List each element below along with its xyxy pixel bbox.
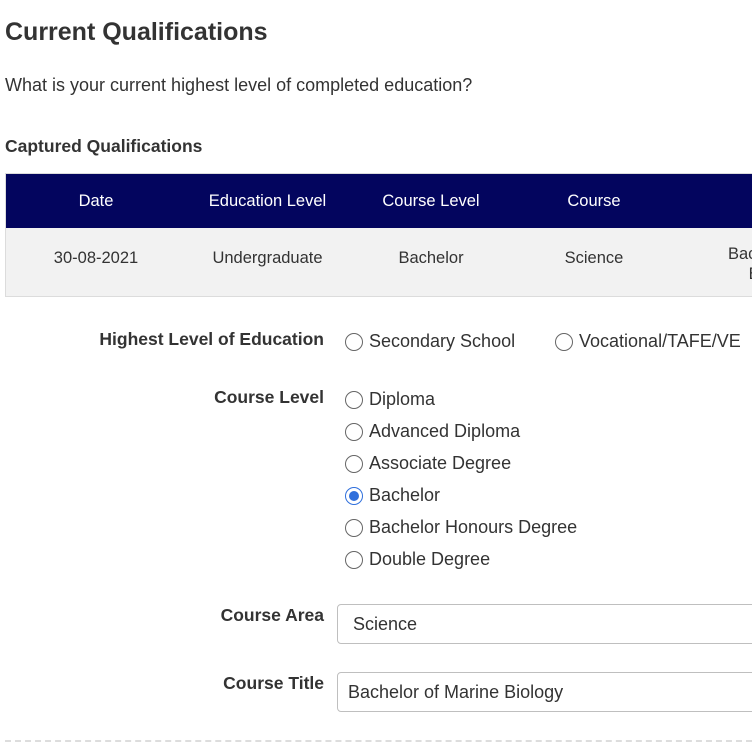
column-header-course[interactable]: Course: [513, 174, 675, 228]
radio-button[interactable]: [345, 390, 363, 409]
course-area-value: Science: [353, 613, 418, 634]
column-header-education-level[interactable]: Education Level: [186, 174, 349, 228]
radio-button[interactable]: [345, 422, 363, 441]
radio-label: Vocational/TAFE/VE: [579, 331, 741, 351]
section-divider: [5, 740, 752, 742]
radio-label: Bachelor: [369, 485, 441, 505]
course-area-label: Course Area: [220, 605, 324, 625]
radio-option-diploma[interactable]: Diploma: [345, 389, 435, 410]
course-title-field[interactable]: Bachelor of Marine Biology: [337, 672, 752, 712]
column-header-title[interactable]: T: [675, 174, 752, 228]
education-level-label: Highest Level of Education: [99, 329, 324, 349]
education-question: What is your current highest level of co…: [5, 75, 473, 95]
cell-title: Bachelor Bio: [675, 228, 752, 296]
radio-label: Associate Degree: [369, 453, 512, 473]
column-header-date[interactable]: Date: [6, 174, 186, 228]
cell-title-line2: Bio: [675, 264, 752, 284]
radio-option-vocational[interactable]: Vocational/TAFE/VE: [555, 331, 741, 352]
radio-option-bachelor[interactable]: Bachelor: [345, 485, 440, 506]
radio-button[interactable]: [345, 518, 363, 537]
cell-course-level: Bachelor: [398, 249, 464, 267]
radio-option-associate-degree[interactable]: Associate Degree: [345, 453, 511, 474]
radio-button[interactable]: [345, 332, 363, 351]
radio-option-advanced-diploma[interactable]: Advanced Diploma: [345, 421, 520, 442]
page-title: Current Qualifications: [5, 18, 268, 46]
cell-course: Science: [564, 249, 624, 267]
radio-label: Bachelor Honours Degree: [369, 517, 578, 537]
radio-button[interactable]: [345, 454, 363, 473]
radio-option-double-degree[interactable]: Double Degree: [345, 549, 490, 570]
radio-label: Double Degree: [369, 549, 491, 569]
radio-label: Diploma: [369, 389, 436, 409]
cell-title-line1: Bachelor: [727, 245, 752, 263]
captured-qualifications-table: Date Education Level Course Level Course…: [5, 173, 752, 297]
course-title-label: Course Title: [223, 673, 324, 693]
radio-option-bachelor-honours[interactable]: Bachelor Honours Degree: [345, 517, 577, 538]
cell-education-level: Undergraduate: [212, 249, 323, 267]
captured-qualifications-heading: Captured Qualifications: [5, 136, 203, 156]
radio-label: Secondary School: [369, 331, 516, 351]
radio-label: Advanced Diploma: [369, 421, 521, 441]
radio-dot: [349, 490, 359, 501]
radio-button[interactable]: [555, 332, 573, 351]
course-area-field[interactable]: Science: [337, 604, 752, 644]
radio-option-secondary-school[interactable]: Secondary School: [345, 331, 515, 352]
cell-date: 30-08-2021: [53, 249, 139, 267]
table-header-row: Date Education Level Course Level Course…: [6, 174, 752, 228]
course-title-value: Bachelor of Marine Biology: [348, 681, 564, 702]
radio-button[interactable]: [345, 550, 363, 569]
table-row: 30-08-2021 Undergraduate Bachelor Scienc…: [6, 228, 752, 296]
column-header-course-level[interactable]: Course Level: [349, 174, 513, 228]
radio-button-selected[interactable]: [345, 486, 363, 505]
course-level-label: Course Level: [214, 387, 324, 407]
